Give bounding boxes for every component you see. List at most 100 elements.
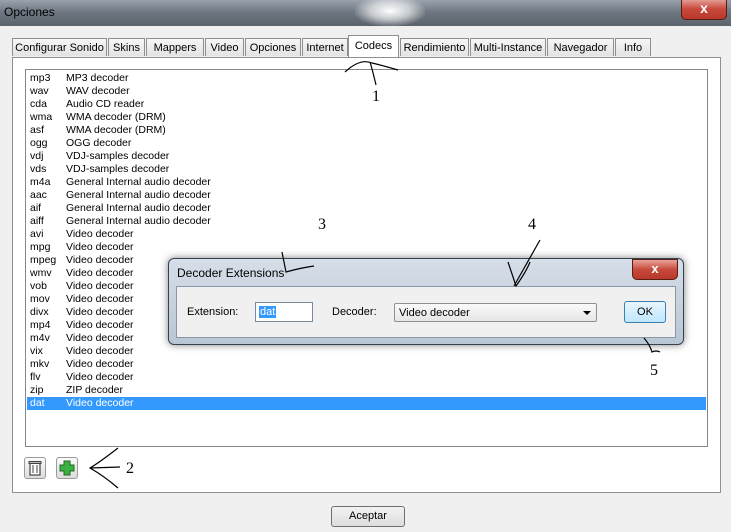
list-item[interactable]: ogg OGG decoder xyxy=(27,137,706,150)
codec-decoder: WMA decoder (DRM) xyxy=(66,111,166,123)
codec-decoder: General Internal audio decoder xyxy=(66,215,211,227)
codec-extension: aiff xyxy=(30,215,44,227)
annotation-2: 2 xyxy=(126,460,134,477)
codec-extension: divx xyxy=(30,306,49,318)
accept-button[interactable]: Aceptar xyxy=(331,506,405,527)
title-bar: Opciones x xyxy=(0,0,731,26)
extension-label: Extension: xyxy=(187,306,239,318)
codec-decoder: General Internal audio decoder xyxy=(66,202,211,214)
chevron-down-icon xyxy=(583,311,591,315)
list-item[interactable]: flv Video decoder xyxy=(27,371,706,384)
codec-extension: ogg xyxy=(30,137,48,149)
tab-video[interactable]: Video xyxy=(205,38,244,56)
codec-decoder: Video decoder xyxy=(66,306,134,318)
dialog-close-button[interactable]: x xyxy=(632,259,678,280)
tab-multi-instance[interactable]: Multi-Instance xyxy=(470,38,546,56)
tab-codecs[interactable]: Codecs xyxy=(348,35,399,57)
list-item[interactable]: aac General Internal audio decoder xyxy=(27,189,706,202)
codec-extension: cda xyxy=(30,98,47,110)
decoder-select-value: Video decoder xyxy=(399,307,470,319)
codec-decoder: Video decoder xyxy=(66,371,134,383)
codec-extension: mov xyxy=(30,293,50,305)
codec-decoder: WAV decoder xyxy=(66,85,130,97)
tab-opciones[interactable]: Opciones xyxy=(245,38,301,56)
decoder-select[interactable]: Video decoder xyxy=(394,303,597,322)
annotation-5: 5 xyxy=(650,362,658,379)
codec-decoder: VDJ-samples decoder xyxy=(66,163,170,175)
codec-decoder: OGG decoder xyxy=(66,137,132,149)
list-item[interactable]: cda Audio CD reader xyxy=(27,98,706,111)
codec-decoder: Video decoder xyxy=(66,254,134,266)
codec-decoder: Video decoder xyxy=(66,241,134,253)
codec-extension: mp3 xyxy=(30,72,51,84)
codec-extension: mp4 xyxy=(30,319,51,331)
codec-extension: mkv xyxy=(30,358,50,370)
window-close-button[interactable]: x xyxy=(681,0,727,20)
list-item[interactable]: zip ZIP decoder xyxy=(27,384,706,397)
tab-rendimiento[interactable]: Rendimiento xyxy=(400,38,469,56)
list-item[interactable]: wav WAV decoder xyxy=(27,85,706,98)
tab-info[interactable]: Info xyxy=(615,38,651,56)
list-item[interactable]: vdj VDJ-samples decoder xyxy=(27,150,706,163)
annotation-1: 1 xyxy=(372,88,380,105)
list-item[interactable]: asf WMA decoder (DRM) xyxy=(27,124,706,137)
codec-decoder: Audio CD reader xyxy=(66,98,145,110)
list-item[interactable]: aiff General Internal audio decoder xyxy=(27,215,706,228)
tab-internet[interactable]: Internet xyxy=(302,38,348,56)
codec-extension: wmv xyxy=(30,267,52,279)
list-item[interactable]: vds VDJ-samples decoder xyxy=(27,163,706,176)
codec-extension: vob xyxy=(30,280,47,292)
codec-decoder: Video decoder xyxy=(66,358,134,370)
tab-skins[interactable]: Skins xyxy=(108,38,145,56)
codec-extension: m4a xyxy=(30,176,51,188)
codec-extension: wav xyxy=(30,85,49,97)
tab-configurar-sonido[interactable]: Configurar Sonido xyxy=(12,38,107,56)
tab-mappers[interactable]: Mappers xyxy=(146,38,204,56)
codec-decoder: General Internal audio decoder xyxy=(66,189,211,201)
list-item[interactable]: mp3 MP3 decoder xyxy=(27,72,706,85)
codec-extension: m4v xyxy=(30,332,50,344)
codec-extension: asf xyxy=(30,124,45,136)
decoder-extensions-dialog: Decoder Extensions x Extension: dat Deco… xyxy=(168,258,684,345)
codec-decoder: VDJ-samples decoder xyxy=(66,150,170,162)
codec-extension: avi xyxy=(30,228,44,240)
dialog-title: Decoder Extensions xyxy=(177,266,285,280)
decoder-label: Decoder: xyxy=(332,306,377,318)
ok-button[interactable]: OK xyxy=(624,301,666,323)
list-item[interactable]: vix Video decoder xyxy=(27,345,706,358)
annotation-4: 4 xyxy=(528,216,536,233)
codec-extension: vdj xyxy=(30,150,44,162)
codec-extension: dat xyxy=(30,397,45,409)
list-item[interactable]: dat Video decoder xyxy=(27,397,706,410)
codec-extension: wma xyxy=(30,111,53,123)
codec-decoder: Video decoder xyxy=(66,345,134,357)
delete-codec-button[interactable] xyxy=(24,457,46,479)
list-item[interactable]: aif General Internal audio decoder xyxy=(27,202,706,215)
codec-extension: aif xyxy=(30,202,42,214)
dialog-body: Extension: dat Decoder: Video decoder OK xyxy=(176,286,676,338)
plus-icon xyxy=(59,460,75,476)
codec-extension: zip xyxy=(30,384,44,396)
codec-decoder: Video decoder xyxy=(66,293,134,305)
codec-extension: mpeg xyxy=(30,254,57,266)
list-item[interactable]: mpg Video decoder xyxy=(27,241,706,254)
codec-decoder: General Internal audio decoder xyxy=(66,176,211,188)
list-item[interactable]: wma WMA decoder (DRM) xyxy=(27,111,706,124)
extension-value: dat xyxy=(259,306,277,318)
codec-extension: mpg xyxy=(30,241,51,253)
add-codec-button[interactable] xyxy=(56,457,78,479)
codec-decoder: Video decoder xyxy=(66,267,134,279)
codec-decoder: Video decoder xyxy=(66,228,134,240)
list-item[interactable]: m4a General Internal audio decoder xyxy=(27,176,706,189)
codec-extension: vds xyxy=(30,163,47,175)
extension-input[interactable]: dat xyxy=(255,302,313,322)
codec-decoder: Video decoder xyxy=(66,280,134,292)
codec-decoder: MP3 decoder xyxy=(66,72,129,84)
codec-extension: flv xyxy=(30,371,41,383)
tab-navegador[interactable]: Navegador xyxy=(547,38,614,56)
codec-decoder: ZIP decoder xyxy=(66,384,124,396)
list-item[interactable]: avi Video decoder xyxy=(27,228,706,241)
codec-extension: vix xyxy=(30,345,43,357)
annotation-3: 3 xyxy=(318,216,326,233)
list-item[interactable]: mkv Video decoder xyxy=(27,358,706,371)
